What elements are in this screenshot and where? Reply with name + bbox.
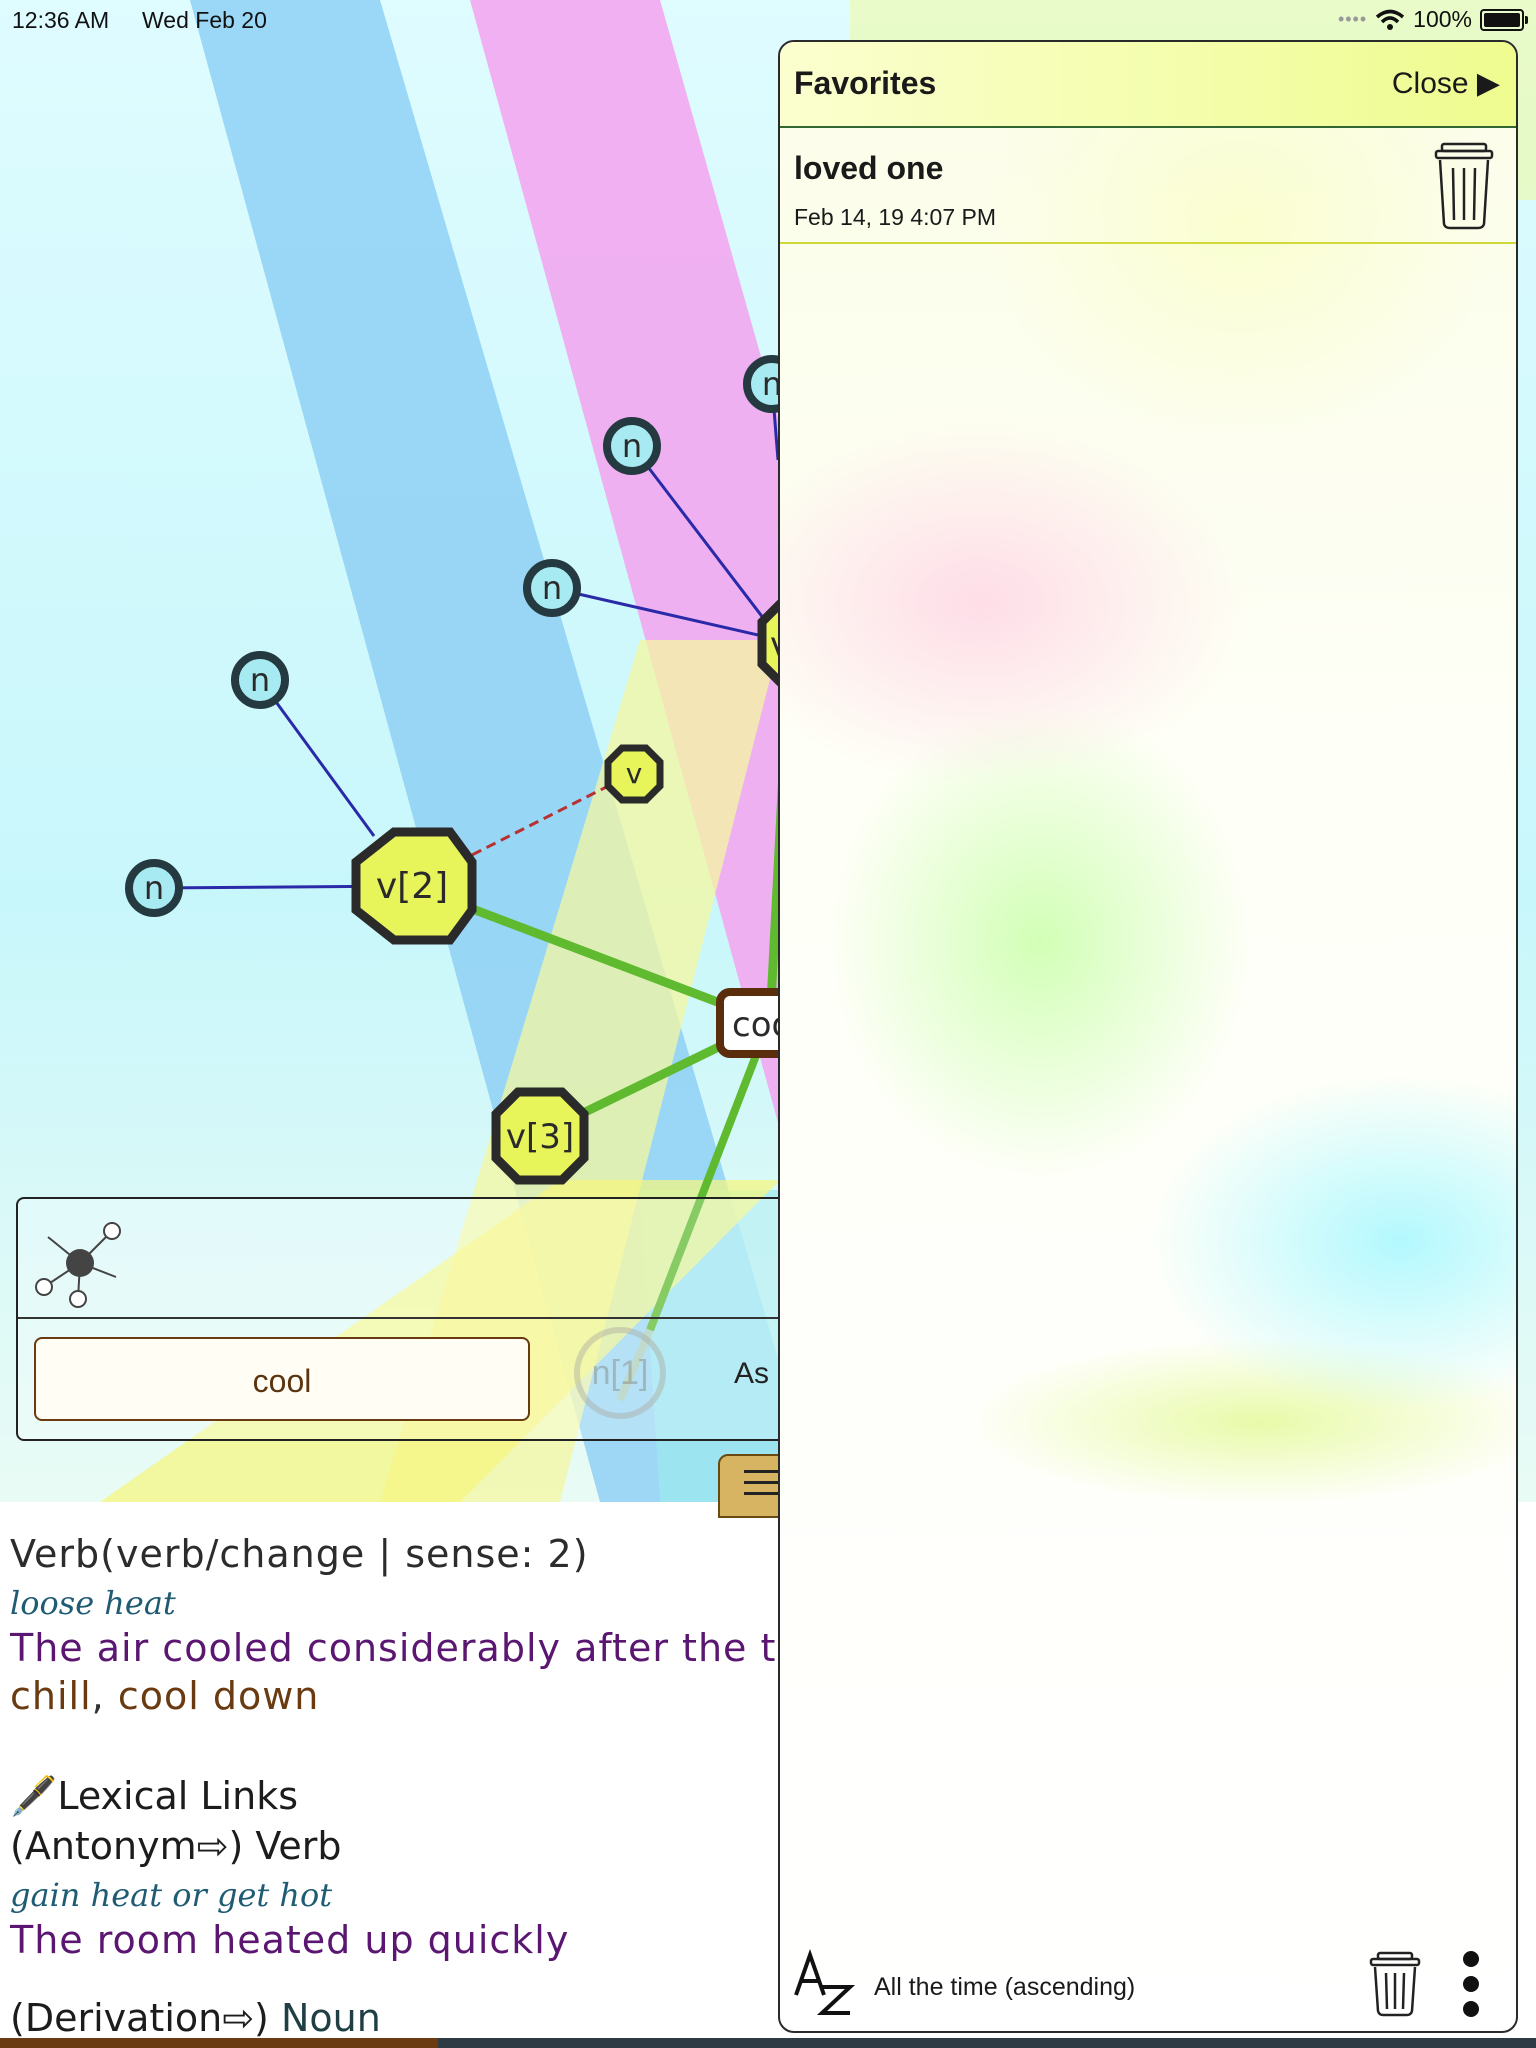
delete-all-trash-icon[interactable] [1368, 1951, 1422, 2017]
status-time: 12:36 AM [12, 7, 110, 33]
definition-gloss: loose heat [10, 1584, 176, 1622]
search-toolbar: cool n[1] As [16, 1197, 840, 1441]
wifi-icon [1376, 9, 1405, 30]
status-bar: 12:36 AM Wed Feb 20 •••• 100% [0, 0, 1536, 40]
bottom-strip [0, 2038, 1536, 2048]
node-v2[interactable]: v[2] [351, 827, 477, 945]
definition-pos: Verb(verb/change | sense: 2) [10, 1532, 589, 1576]
node-v3[interactable]: v[3] [491, 1087, 589, 1185]
battery-icon [1480, 8, 1528, 31]
sort-az-icon[interactable] [792, 1949, 856, 2017]
status-date: Wed Feb 20 [142, 7, 267, 33]
node-n3[interactable]: n [523, 559, 581, 617]
antonym-example: The room heated up quickly [10, 1918, 570, 1962]
word-search-field[interactable]: cool [34, 1337, 530, 1421]
favorites-header: Favorites Close ▶ [780, 42, 1516, 128]
sort-order-label[interactable]: All the time (ascending) [874, 1973, 1135, 2002]
battery-percent: 100% [1413, 6, 1472, 32]
favorites-footer: All the time (ascending) [780, 1939, 1516, 2031]
cellular-signal-icon: •••• [1337, 9, 1368, 29]
synonym-link[interactable]: chill [10, 1674, 92, 1718]
ghost-node: n[1] [574, 1327, 666, 1419]
status-indicators: •••• 100% [1337, 6, 1528, 33]
hamburger-icon [744, 1470, 778, 1498]
node-n1[interactable]: n [125, 859, 183, 917]
lexical-links-heading: 🖋️Lexical Links [10, 1774, 299, 1818]
close-button[interactable]: Close ▶ [1392, 66, 1500, 101]
antonym-label[interactable]: (Antonym⇨) Verb [10, 1824, 342, 1868]
node-label: v [626, 757, 643, 790]
antonym-gloss: gain heat or get hot [10, 1876, 333, 1914]
node-label: n [622, 427, 642, 465]
favorite-list-item[interactable]: loved one Feb 14, 19 4:07 PM [780, 130, 1516, 244]
favorite-date: Feb 14, 19 4:07 PM [794, 204, 997, 230]
graph-view-icon[interactable] [30, 1211, 130, 1311]
toolbar-divider [18, 1317, 838, 1319]
derivation-pos: Noun [280, 1996, 381, 2038]
definition-example: The air cooled considerably after the t [10, 1626, 777, 1670]
derivation-row[interactable]: (Derivation⇨) Noun [10, 1996, 381, 2038]
node-label: v[3] [506, 1117, 574, 1157]
favorites-panel: Favorites Close ▶ loved one Feb 14, 19 4… [778, 40, 1518, 2033]
delete-trash-icon[interactable] [1432, 140, 1496, 230]
favorites-title: Favorites [794, 65, 937, 101]
synonym-link[interactable]: cool down [118, 1674, 320, 1718]
toolbar-as-label[interactable]: As [734, 1357, 769, 1391]
derivation-label: (Derivation⇨) [10, 1996, 269, 2038]
node-label: n [250, 661, 270, 699]
favorite-word: loved one [794, 150, 944, 186]
node-label: n [542, 569, 562, 607]
node-n2[interactable]: n [231, 651, 289, 709]
node-n4[interactable]: n [603, 417, 661, 475]
node-v-small[interactable]: v [604, 744, 664, 804]
node-label: v[2] [376, 866, 448, 907]
node-label: n [144, 869, 164, 907]
more-options-icon[interactable] [1456, 1949, 1486, 2019]
definition-synonyms: chill, cool down [10, 1674, 320, 1718]
